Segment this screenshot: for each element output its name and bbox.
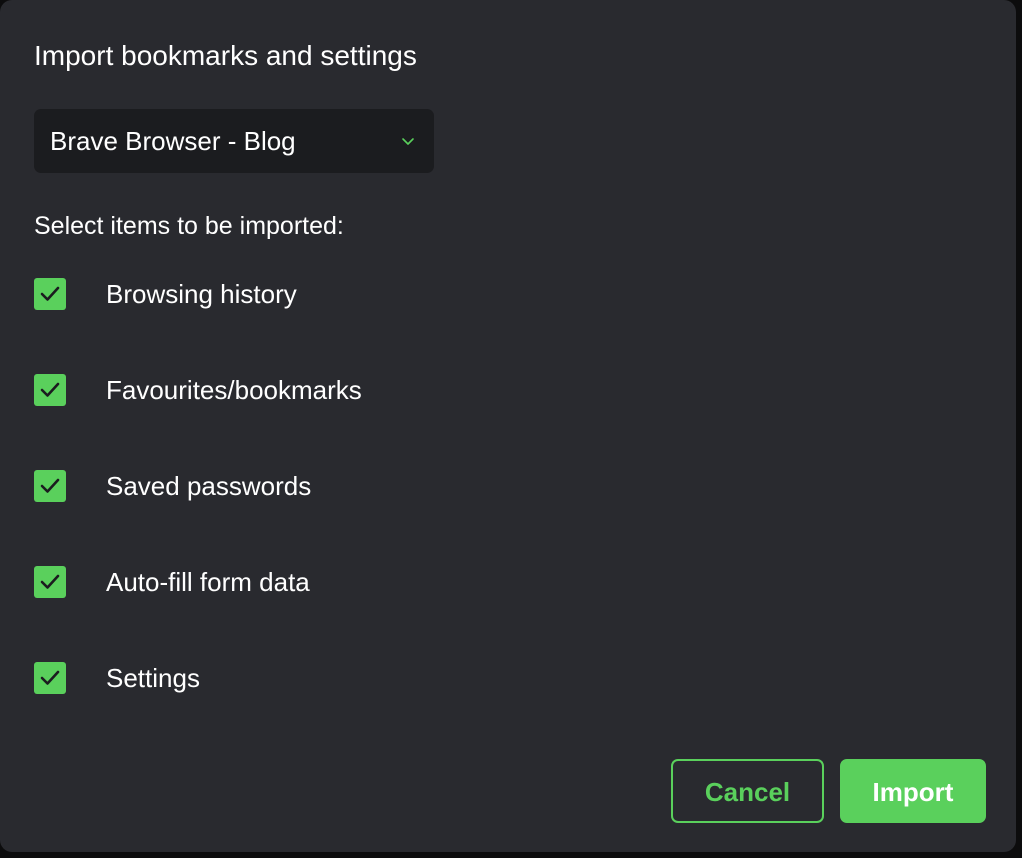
checkmark-icon bbox=[40, 286, 60, 301]
favourites-bookmarks-checkbox[interactable] bbox=[34, 374, 66, 406]
profile-select-value: Brave Browser - Blog bbox=[50, 126, 296, 156]
checkmark-icon bbox=[40, 670, 60, 685]
chevron-down-icon bbox=[400, 133, 416, 149]
import-dialog: Import bookmarks and settings Brave Brow… bbox=[0, 0, 1016, 852]
select-items-prompt: Select items to be imported: bbox=[34, 212, 344, 240]
option-label: Browsing history bbox=[106, 279, 297, 309]
autofill-form-data-checkbox[interactable] bbox=[34, 566, 66, 598]
option-favourites-bookmarks[interactable]: Favourites/bookmarks bbox=[34, 373, 534, 407]
option-autofill-form-data[interactable]: Auto-fill form data bbox=[34, 565, 534, 599]
checkmark-icon bbox=[40, 478, 60, 493]
browsing-history-checkbox[interactable] bbox=[34, 278, 66, 310]
option-label: Auto-fill form data bbox=[106, 567, 310, 597]
checkmark-icon bbox=[40, 574, 60, 589]
option-label: Favourites/bookmarks bbox=[106, 375, 362, 405]
saved-passwords-checkbox[interactable] bbox=[34, 470, 66, 502]
profile-select[interactable]: Brave Browser - Blog bbox=[34, 109, 434, 173]
cancel-button[interactable]: Cancel bbox=[671, 759, 824, 823]
checkmark-icon bbox=[40, 382, 60, 397]
option-saved-passwords[interactable]: Saved passwords bbox=[34, 469, 534, 503]
option-settings[interactable]: Settings bbox=[34, 661, 534, 695]
option-label: Settings bbox=[106, 663, 200, 693]
option-label: Saved passwords bbox=[106, 471, 312, 501]
settings-checkbox[interactable] bbox=[34, 662, 66, 694]
option-browsing-history[interactable]: Browsing history bbox=[34, 277, 534, 311]
dialog-title: Import bookmarks and settings bbox=[34, 40, 417, 71]
import-button[interactable]: Import bbox=[840, 759, 986, 823]
